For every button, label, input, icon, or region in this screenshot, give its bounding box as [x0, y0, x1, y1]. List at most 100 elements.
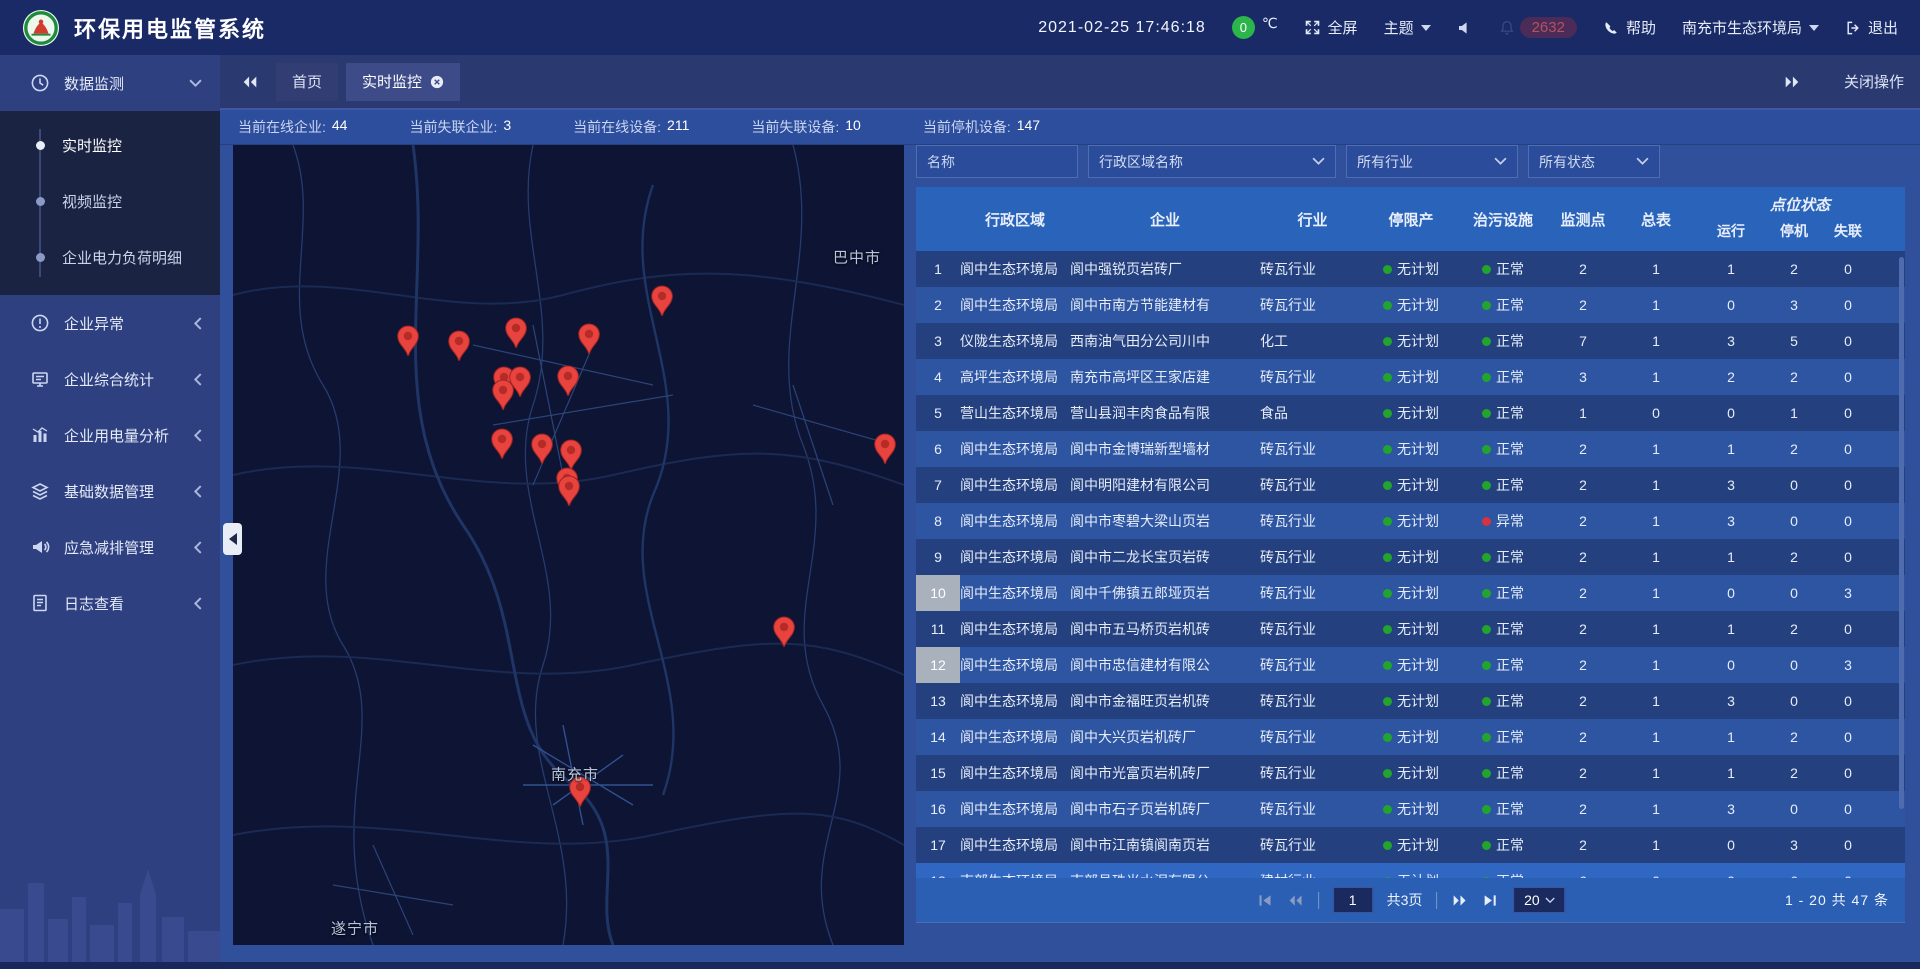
row-limit-status: 无计划: [1365, 539, 1457, 575]
row-stop-count: 2: [1767, 251, 1821, 287]
bottom-edge-decoration: [0, 962, 1920, 969]
sidebar-item[interactable]: 数据监测: [0, 55, 220, 111]
logout-button[interactable]: 退出: [1845, 17, 1898, 38]
map-pin-icon[interactable]: [530, 433, 554, 465]
row-company: 阆中市五马桥页岩机砖: [1070, 611, 1260, 647]
prev-page-button[interactable]: [1287, 893, 1304, 908]
tabs-scroll-left-button[interactable]: [232, 65, 268, 99]
limit-label: 无计划: [1397, 511, 1439, 531]
map-canvas[interactable]: 巴中市南充市遂宁市: [233, 145, 904, 945]
fullscreen-button[interactable]: 全屏: [1304, 17, 1358, 38]
map-pin-icon[interactable]: [490, 428, 514, 460]
row-company: 阆中市枣碧大梁山页岩: [1070, 503, 1260, 539]
map-collapse-handle[interactable]: [223, 523, 242, 555]
row-company: 西南油气田分公司川中: [1070, 323, 1260, 359]
chevron-down-icon: [189, 79, 202, 88]
map-pin-icon[interactable]: [447, 330, 471, 362]
map-pin-icon[interactable]: [556, 365, 580, 397]
sidebar-subitem[interactable]: 企业电力负荷明细: [0, 229, 220, 285]
row-limit-status: 无计划: [1365, 647, 1457, 683]
table-row[interactable]: 3仪陇生态环境局西南油气田分公司川中化工无计划正常71350: [916, 323, 1905, 359]
row-company: 南充市高坪区王家店建: [1070, 359, 1260, 395]
row-meters: 1: [1617, 575, 1695, 611]
tabs-scroll-right-button[interactable]: [1774, 65, 1810, 99]
sidebar-item[interactable]: 企业用电量分析: [0, 407, 220, 463]
sidebar-subitem[interactable]: 实时监控: [0, 117, 220, 173]
table-row[interactable]: 15阆中生态环境局阆中市光富页岩机砖厂砖瓦行业无计划正常21120: [916, 755, 1905, 791]
status-select[interactable]: 所有状态: [1528, 145, 1660, 178]
table-row[interactable]: 2阆中生态环境局阆中市南方节能建材有砖瓦行业无计划正常21030: [916, 287, 1905, 323]
sidebar-item[interactable]: 企业综合统计: [0, 351, 220, 407]
row-points: 2: [1549, 467, 1617, 503]
name-search-input[interactable]: [927, 154, 1067, 170]
page-title: 环保用电监管系统: [74, 12, 266, 44]
map-pin-icon[interactable]: [772, 616, 796, 648]
row-points: 2: [1549, 827, 1617, 863]
sidebar-item[interactable]: 基础数据管理: [0, 463, 220, 519]
table-row[interactable]: 14阆中生态环境局阆中大兴页岩机砖厂砖瓦行业无计划正常21120: [916, 719, 1905, 755]
row-facility-status: 异常: [1457, 503, 1549, 539]
region-select[interactable]: 行政区域名称: [1088, 145, 1336, 178]
table-row[interactable]: 9阆中生态环境局阆中市二龙长宝页岩砖砖瓦行业无计划正常21120: [916, 539, 1905, 575]
close-operations-button[interactable]: 关闭操作: [1844, 71, 1904, 92]
row-industry: 砖瓦行业: [1260, 791, 1365, 827]
table-row[interactable]: 4高坪生态环境局南充市高坪区王家店建砖瓦行业无计划正常31220: [916, 359, 1905, 395]
row-company: 营山县润丰肉食品有限: [1070, 395, 1260, 431]
map-roads-decoration: [233, 145, 904, 945]
main-content: 首页 实时监控 关闭操作 当前在线企业:: [220, 55, 1920, 969]
map-pin-icon[interactable]: [504, 317, 528, 349]
row-points: 2: [1549, 611, 1617, 647]
org-dropdown[interactable]: 南充市生态环境局: [1682, 17, 1819, 38]
tab-home[interactable]: 首页: [276, 63, 338, 101]
row-industry: 化工: [1260, 323, 1365, 359]
map-pin-icon[interactable]: [577, 323, 601, 355]
row-lost-count: 3: [1821, 647, 1875, 683]
table-row[interactable]: 13阆中生态环境局阆中市金福旺页岩机砖砖瓦行业无计划正常21300: [916, 683, 1905, 719]
map-pin-icon[interactable]: [396, 325, 420, 357]
table-scrollbar[interactable]: [1899, 257, 1904, 809]
table-row[interactable]: 11阆中生态环境局阆中市五马桥页岩机砖砖瓦行业无计划正常21120: [916, 611, 1905, 647]
row-company: 阆中市二龙长宝页岩砖: [1070, 539, 1260, 575]
sidebar-item[interactable]: 企业异常: [0, 295, 220, 351]
table-row[interactable]: 17阆中生态环境局阆中市江南镇阆南页岩砖瓦行业无计划正常21030: [916, 827, 1905, 863]
row-number: 14: [916, 719, 960, 755]
col-company: 企业: [1070, 187, 1260, 251]
row-region: 阆中生态环境局: [960, 755, 1070, 791]
page-size-select[interactable]: 20: [1513, 887, 1565, 913]
datetime-display: 2021-02-25 17:46:18: [1038, 19, 1206, 37]
sidebar-item-label: 数据监测: [64, 73, 175, 94]
sidebar-item[interactable]: 应急减排管理: [0, 519, 220, 575]
facility-label: 正常: [1496, 547, 1524, 567]
row-facility-status: 正常: [1457, 755, 1549, 791]
close-icon[interactable]: [430, 75, 444, 89]
page-number-input[interactable]: 1: [1333, 887, 1373, 913]
industry-select[interactable]: 所有行业: [1346, 145, 1518, 178]
table-row[interactable]: 8阆中生态环境局阆中市枣碧大梁山页岩砖瓦行业无计划异常21300: [916, 503, 1905, 539]
row-industry: 食品: [1260, 395, 1365, 431]
last-page-button[interactable]: [1482, 893, 1499, 908]
notifications[interactable]: 2632: [1499, 17, 1577, 38]
table-row[interactable]: 10阆中生态环境局阆中千佛镇五郎垭页岩砖瓦行业无计划正常21003: [916, 575, 1905, 611]
status-dot-icon: [1482, 265, 1491, 274]
next-page-button[interactable]: [1451, 893, 1468, 908]
theme-dropdown[interactable]: 主题: [1384, 17, 1431, 38]
help-button[interactable]: 帮助: [1603, 17, 1656, 38]
col-stop: 停机: [1767, 221, 1821, 251]
table-row[interactable]: 7阆中生态环境局阆中明阳建材有限公司砖瓦行业无计划正常21300: [916, 467, 1905, 503]
mute-button[interactable]: [1457, 20, 1473, 36]
table-row[interactable]: 16阆中生态环境局阆中市石子页岩机砖厂砖瓦行业无计划正常21300: [916, 791, 1905, 827]
sidebar-item[interactable]: 日志查看: [0, 575, 220, 631]
table-row[interactable]: 6阆中生态环境局阆中市金博瑞新型墙材砖瓦行业无计划正常21120: [916, 431, 1905, 467]
map-pin-icon[interactable]: [873, 433, 897, 465]
table-row[interactable]: 5营山生态环境局营山县润丰肉食品有限食品无计划正常10010: [916, 395, 1905, 431]
name-search-field[interactable]: [916, 145, 1078, 178]
map-pin-icon[interactable]: [650, 285, 674, 317]
map-pin-icon[interactable]: [491, 379, 515, 411]
sidebar-subitem[interactable]: 视频监控: [0, 173, 220, 229]
table-row[interactable]: 1阆中生态环境局阆中强锐页岩砖厂砖瓦行业无计划正常21120: [916, 251, 1905, 287]
tab-realtime-monitor[interactable]: 实时监控: [346, 63, 460, 101]
table-row[interactable]: 12阆中生态环境局阆中市忠信建材有限公砖瓦行业无计划正常21003: [916, 647, 1905, 683]
first-page-button[interactable]: [1256, 893, 1273, 908]
map-pin-icon[interactable]: [557, 475, 581, 507]
facility-label: 正常: [1496, 259, 1524, 279]
